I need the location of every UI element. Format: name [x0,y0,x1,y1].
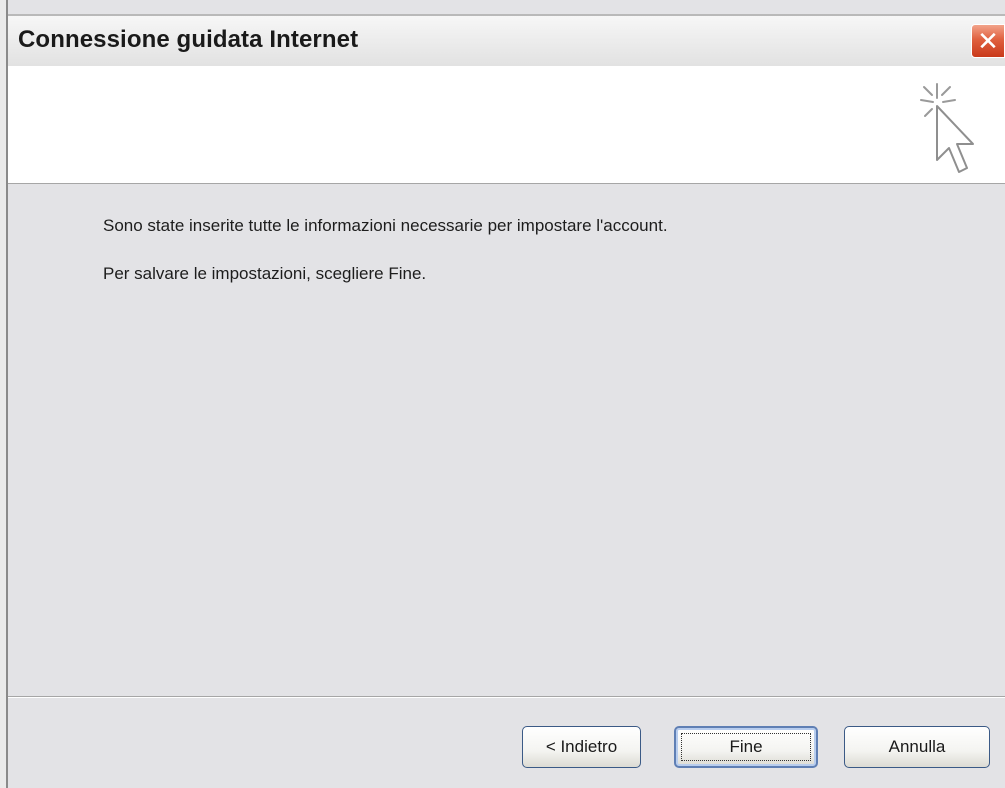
window-left-border [0,0,8,788]
wizard-cursor-icon [920,83,974,173]
finish-button-label: Fine [729,737,763,756]
back-button[interactable]: < Indietro [522,726,641,768]
window-title: Connessione guidata Internet [18,26,359,53]
wizard-footer: < Indietro Fine Annulla [8,698,1005,788]
title-bar[interactable]: Connessione guidata Internet ✕ [8,14,1005,66]
back-button-label: < Indietro [545,737,618,756]
wizard-header-panel [8,66,1005,184]
finish-button[interactable]: Fine [674,726,818,768]
wizard-content: Sono state inserite tutte le informazion… [8,184,1005,696]
info-text-line-2: Per salvare le impostazioni, scegliere F… [103,264,427,283]
cancel-button[interactable]: Annulla [844,726,990,768]
wizard-window: Connessione guidata Internet ✕ Sono stat… [0,0,1005,788]
info-text-line-1: Sono state inserite tutte le informazion… [103,216,668,235]
close-icon: ✕ [977,25,999,56]
close-button[interactable]: ✕ [971,24,1005,58]
cancel-button-label: Annulla [888,737,946,756]
